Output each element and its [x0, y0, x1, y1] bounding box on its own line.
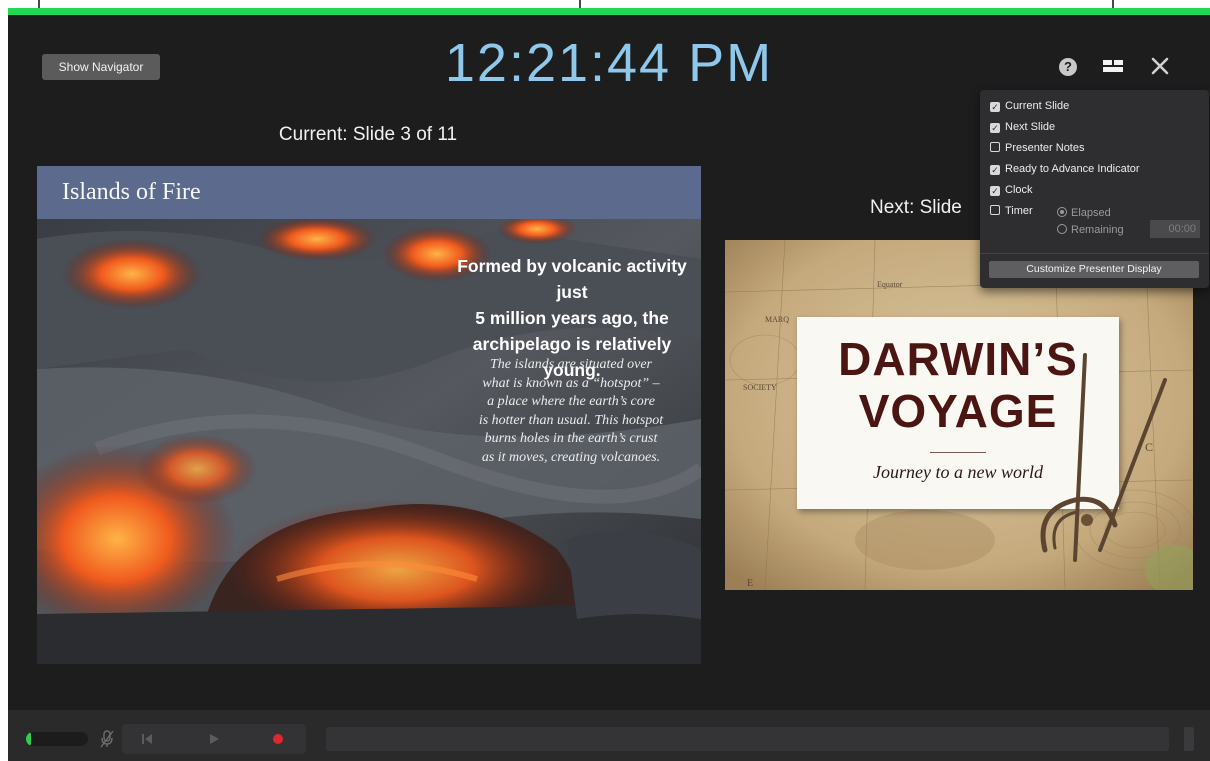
- play-icon[interactable]: [207, 732, 221, 751]
- option-label: Next Slide: [1005, 121, 1056, 133]
- option-clock[interactable]: ✓ Clock: [990, 183, 1033, 197]
- option-label: Clock: [1005, 184, 1033, 196]
- rewind-icon[interactable]: [140, 732, 154, 751]
- map-label: E: [747, 578, 754, 589]
- radio-label: Remaining: [1071, 224, 1124, 236]
- presenter-display: Show Navigator 12:21:44 PM ? Current: Sl…: [8, 8, 1210, 761]
- audio-level-meter: [26, 732, 88, 746]
- checkbox-icon: ✓: [990, 102, 1000, 112]
- map-label: SOCIETY: [743, 383, 777, 392]
- menu-divider: [980, 253, 1209, 254]
- timer-remaining-radio[interactable]: Remaining: [1057, 223, 1124, 237]
- slide-body-line: what is known as a “hotspot” –: [482, 375, 660, 391]
- next-slide-label: Next: Slide: [870, 197, 962, 218]
- close-icon[interactable]: [1150, 56, 1170, 78]
- checkbox-icon: ✓: [990, 186, 1000, 196]
- recording-timeline[interactable]: [326, 727, 1169, 751]
- slide-body-line: a place where the earth’s core: [487, 394, 655, 409]
- checkbox-icon: [990, 205, 1000, 215]
- mic-muted-icon[interactable]: [100, 730, 114, 748]
- option-label: Ready to Advance Indicator: [1005, 163, 1140, 175]
- option-next-slide[interactable]: ✓ Next Slide: [990, 120, 1055, 134]
- title-divider: [930, 452, 986, 453]
- checkbox-icon: ✓: [990, 165, 1000, 175]
- option-label: Current Slide: [1005, 100, 1070, 112]
- slide-body-text: The islands are situated over what is kn…: [457, 356, 685, 467]
- timer-duration-field[interactable]: 00:00: [1150, 220, 1200, 238]
- current-slide-preview: Islands of Fire Formed by volcanic activ…: [37, 166, 701, 664]
- timer-elapsed-radio[interactable]: Elapsed: [1057, 206, 1111, 220]
- clock: 12:21:44 PM: [444, 33, 774, 93]
- slide-title: Islands of Fire: [62, 179, 201, 205]
- recording-controls: [122, 724, 306, 754]
- option-timer[interactable]: Timer: [990, 204, 1033, 218]
- option-presenter-notes[interactable]: Presenter Notes: [990, 141, 1084, 155]
- slide-body-line: The islands are situated over: [489, 357, 653, 372]
- ready-to-advance-indicator: [8, 8, 1210, 15]
- slide-heading-line: Formed by volcanic activity just: [457, 256, 687, 302]
- slide-body-line: as it moves, creating volcanoes.: [481, 449, 661, 465]
- option-current-slide[interactable]: ✓ Current Slide: [990, 99, 1069, 113]
- compass-illustration: [1040, 353, 1167, 562]
- audio-level-fill: [26, 732, 31, 746]
- timeline-end-handle[interactable]: [1184, 727, 1194, 751]
- slide-body-line: is hotter than usual. This hotspot: [478, 412, 664, 428]
- map-label: Equator: [877, 280, 903, 289]
- bottom-toolbar: [8, 710, 1210, 761]
- display-options-menu: ✓ Current Slide ✓ Next Slide Presenter Not…: [980, 90, 1209, 288]
- radio-icon: [1057, 224, 1067, 234]
- slide-body-line: burns holes in the earth’s crust: [484, 431, 658, 446]
- next-slide-preview: Equator SOCIETY MARQ C E DARWIN’S VOYAGE…: [725, 240, 1193, 590]
- radio-icon: [1057, 207, 1067, 217]
- current-slide-label: Current: Slide 3 of 11: [278, 124, 458, 145]
- map-label: MARQ: [765, 315, 790, 324]
- radio-label: Elapsed: [1071, 207, 1111, 219]
- option-label: Presenter Notes: [1005, 142, 1085, 154]
- help-icon[interactable]: ?: [1059, 56, 1079, 78]
- slide-heading-line: 5 million years ago, the: [475, 308, 669, 328]
- checkbox-icon: ✓: [990, 123, 1000, 133]
- customize-presenter-display-button[interactable]: Customize Presenter Display: [989, 261, 1199, 278]
- record-icon[interactable]: [273, 734, 283, 744]
- layout-icon[interactable]: [1102, 56, 1124, 78]
- option-ready-indicator[interactable]: ✓ Ready to Advance Indicator: [990, 162, 1140, 176]
- option-label: Timer: [1005, 205, 1033, 217]
- checkbox-icon: [990, 142, 1000, 152]
